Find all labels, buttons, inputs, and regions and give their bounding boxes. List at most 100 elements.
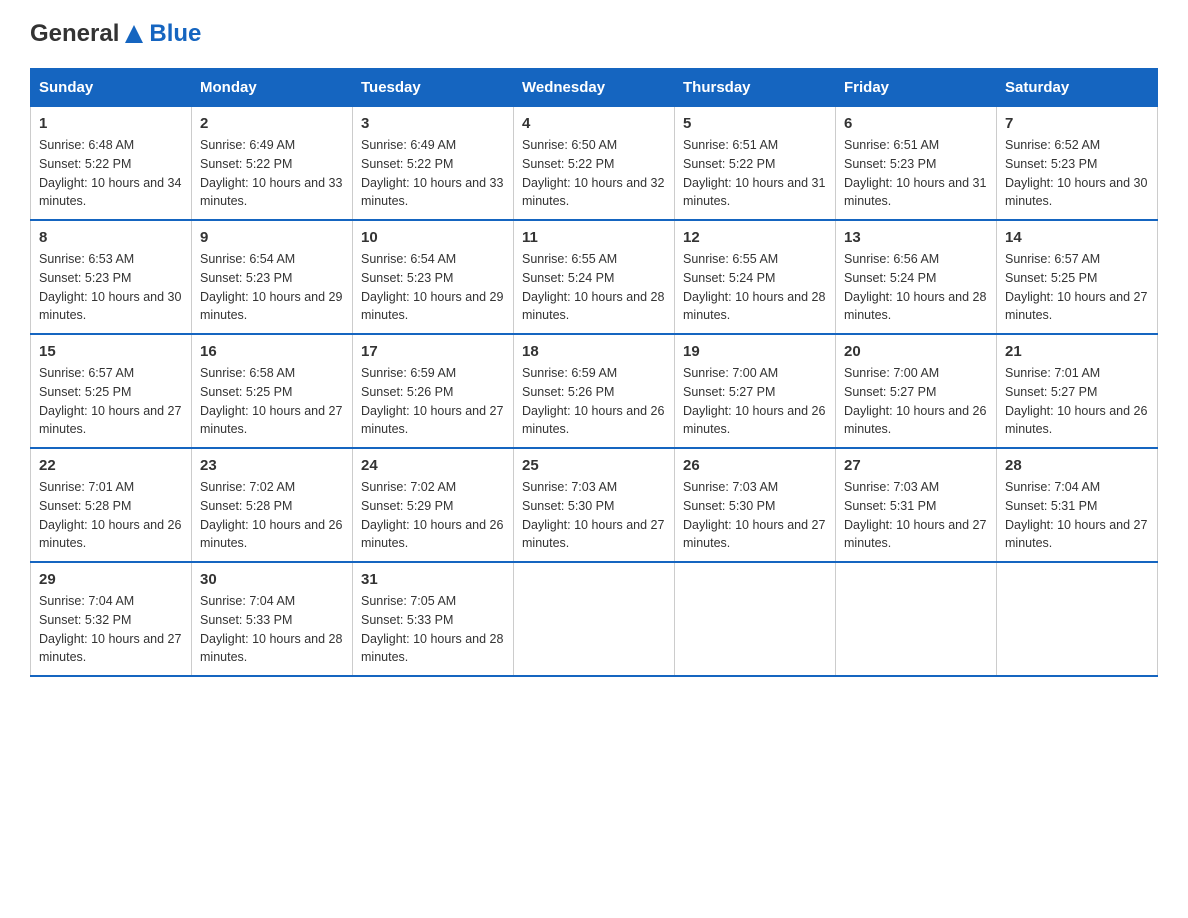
day-cell [675, 562, 836, 676]
day-info: Sunrise: 7:01 AMSunset: 5:28 PMDaylight:… [39, 478, 183, 553]
day-info: Sunrise: 6:49 AMSunset: 5:22 PMDaylight:… [200, 136, 344, 211]
day-cell: 15 Sunrise: 6:57 AMSunset: 5:25 PMDayligh… [31, 334, 192, 448]
calendar-body: 1 Sunrise: 6:48 AMSunset: 5:22 PMDaylight… [31, 107, 1158, 677]
day-number: 9 [200, 229, 344, 246]
header-tuesday: Tuesday [353, 69, 514, 107]
day-info: Sunrise: 6:55 AMSunset: 5:24 PMDaylight:… [522, 250, 666, 325]
day-number: 28 [1005, 457, 1149, 474]
day-info: Sunrise: 6:51 AMSunset: 5:23 PMDaylight:… [844, 136, 988, 211]
day-number: 24 [361, 457, 505, 474]
day-info: Sunrise: 6:53 AMSunset: 5:23 PMDaylight:… [39, 250, 183, 325]
day-number: 16 [200, 343, 344, 360]
day-number: 10 [361, 229, 505, 246]
day-number: 20 [844, 343, 988, 360]
day-info: Sunrise: 6:54 AMSunset: 5:23 PMDaylight:… [361, 250, 505, 325]
day-info: Sunrise: 7:00 AMSunset: 5:27 PMDaylight:… [844, 364, 988, 439]
day-number: 1 [39, 115, 183, 132]
day-number: 17 [361, 343, 505, 360]
day-cell [836, 562, 997, 676]
day-cell: 8 Sunrise: 6:53 AMSunset: 5:23 PMDaylight… [31, 220, 192, 334]
day-info: Sunrise: 7:04 AMSunset: 5:32 PMDaylight:… [39, 592, 183, 667]
day-number: 8 [39, 229, 183, 246]
day-cell: 2 Sunrise: 6:49 AMSunset: 5:22 PMDaylight… [192, 107, 353, 221]
day-info: Sunrise: 7:03 AMSunset: 5:30 PMDaylight:… [683, 478, 827, 553]
day-info: Sunrise: 6:57 AMSunset: 5:25 PMDaylight:… [39, 364, 183, 439]
header-saturday: Saturday [997, 69, 1158, 107]
day-cell: 3 Sunrise: 6:49 AMSunset: 5:22 PMDaylight… [353, 107, 514, 221]
day-info: Sunrise: 6:49 AMSunset: 5:22 PMDaylight:… [361, 136, 505, 211]
day-info: Sunrise: 7:02 AMSunset: 5:29 PMDaylight:… [361, 478, 505, 553]
logo-general-text: General [30, 20, 119, 48]
day-info: Sunrise: 7:04 AMSunset: 5:33 PMDaylight:… [200, 592, 344, 667]
week-row-3: 15 Sunrise: 6:57 AMSunset: 5:25 PMDayligh… [31, 334, 1158, 448]
day-number: 3 [361, 115, 505, 132]
day-cell: 5 Sunrise: 6:51 AMSunset: 5:22 PMDaylight… [675, 107, 836, 221]
day-info: Sunrise: 6:51 AMSunset: 5:22 PMDaylight:… [683, 136, 827, 211]
day-cell: 30 Sunrise: 7:04 AMSunset: 5:33 PMDayligh… [192, 562, 353, 676]
day-number: 29 [39, 571, 183, 588]
day-cell: 16 Sunrise: 6:58 AMSunset: 5:25 PMDayligh… [192, 334, 353, 448]
day-cell: 17 Sunrise: 6:59 AMSunset: 5:26 PMDayligh… [353, 334, 514, 448]
day-cell: 13 Sunrise: 6:56 AMSunset: 5:24 PMDayligh… [836, 220, 997, 334]
day-number: 11 [522, 229, 666, 246]
header-wednesday: Wednesday [514, 69, 675, 107]
day-cell: 24 Sunrise: 7:02 AMSunset: 5:29 PMDayligh… [353, 448, 514, 562]
page-header: General Blue [30, 20, 1158, 48]
day-number: 14 [1005, 229, 1149, 246]
day-cell: 20 Sunrise: 7:00 AMSunset: 5:27 PMDayligh… [836, 334, 997, 448]
day-cell: 7Sunrise: 6:52 AMSunset: 5:23 PMDaylight… [997, 107, 1158, 221]
day-number: 25 [522, 457, 666, 474]
day-cell: 22Sunrise: 7:01 AMSunset: 5:28 PMDayligh… [31, 448, 192, 562]
day-number: 30 [200, 571, 344, 588]
week-row-5: 29 Sunrise: 7:04 AMSunset: 5:32 PMDayligh… [31, 562, 1158, 676]
week-row-2: 8 Sunrise: 6:53 AMSunset: 5:23 PMDaylight… [31, 220, 1158, 334]
day-number: 5 [683, 115, 827, 132]
day-number: 13 [844, 229, 988, 246]
day-cell: 10 Sunrise: 6:54 AMSunset: 5:23 PMDayligh… [353, 220, 514, 334]
day-number: 2 [200, 115, 344, 132]
day-info: Sunrise: 7:00 AMSunset: 5:27 PMDaylight:… [683, 364, 827, 439]
day-info: Sunrise: 6:59 AMSunset: 5:26 PMDaylight:… [361, 364, 505, 439]
day-cell: 4Sunrise: 6:50 AMSunset: 5:22 PMDaylight… [514, 107, 675, 221]
day-cell: 18Sunrise: 6:59 AMSunset: 5:26 PMDayligh… [514, 334, 675, 448]
week-row-4: 22Sunrise: 7:01 AMSunset: 5:28 PMDayligh… [31, 448, 1158, 562]
logo-triangle-icon [123, 23, 145, 45]
day-cell: 23Sunrise: 7:02 AMSunset: 5:28 PMDayligh… [192, 448, 353, 562]
day-cell: 14Sunrise: 6:57 AMSunset: 5:25 PMDayligh… [997, 220, 1158, 334]
day-cell: 9Sunrise: 6:54 AMSunset: 5:23 PMDaylight… [192, 220, 353, 334]
header-sunday: Sunday [31, 69, 192, 107]
day-cell: 26 Sunrise: 7:03 AMSunset: 5:30 PMDayligh… [675, 448, 836, 562]
day-cell: 31 Sunrise: 7:05 AMSunset: 5:33 PMDayligh… [353, 562, 514, 676]
day-info: Sunrise: 6:52 AMSunset: 5:23 PMDaylight:… [1005, 136, 1149, 211]
day-cell [997, 562, 1158, 676]
day-number: 27 [844, 457, 988, 474]
day-cell: 11 Sunrise: 6:55 AMSunset: 5:24 PMDayligh… [514, 220, 675, 334]
day-number: 21 [1005, 343, 1149, 360]
day-info: Sunrise: 7:01 AMSunset: 5:27 PMDaylight:… [1005, 364, 1149, 439]
day-cell: 12Sunrise: 6:55 AMSunset: 5:24 PMDayligh… [675, 220, 836, 334]
calendar-header: SundayMondayTuesdayWednesdayThursdayFrid… [31, 69, 1158, 107]
day-info: Sunrise: 6:58 AMSunset: 5:25 PMDaylight:… [200, 364, 344, 439]
header-monday: Monday [192, 69, 353, 107]
day-number: 26 [683, 457, 827, 474]
day-cell: 29 Sunrise: 7:04 AMSunset: 5:32 PMDayligh… [31, 562, 192, 676]
day-cell: 21 Sunrise: 7:01 AMSunset: 5:27 PMDayligh… [997, 334, 1158, 448]
logo-blue-text: Blue [149, 20, 201, 48]
day-info: Sunrise: 6:50 AMSunset: 5:22 PMDaylight:… [522, 136, 666, 211]
week-row-1: 1 Sunrise: 6:48 AMSunset: 5:22 PMDaylight… [31, 107, 1158, 221]
day-cell: 25 Sunrise: 7:03 AMSunset: 5:30 PMDayligh… [514, 448, 675, 562]
day-number: 19 [683, 343, 827, 360]
day-info: Sunrise: 7:03 AMSunset: 5:30 PMDaylight:… [522, 478, 666, 553]
day-info: Sunrise: 7:04 AMSunset: 5:31 PMDaylight:… [1005, 478, 1149, 553]
day-cell: 1 Sunrise: 6:48 AMSunset: 5:22 PMDaylight… [31, 107, 192, 221]
day-info: Sunrise: 6:55 AMSunset: 5:24 PMDaylight:… [683, 250, 827, 325]
day-cell [514, 562, 675, 676]
day-info: Sunrise: 7:05 AMSunset: 5:33 PMDaylight:… [361, 592, 505, 667]
day-info: Sunrise: 6:48 AMSunset: 5:22 PMDaylight:… [39, 136, 183, 211]
day-cell: 19 Sunrise: 7:00 AMSunset: 5:27 PMDayligh… [675, 334, 836, 448]
day-cell: 6Sunrise: 6:51 AMSunset: 5:23 PMDaylight… [836, 107, 997, 221]
day-number: 31 [361, 571, 505, 588]
day-info: Sunrise: 6:56 AMSunset: 5:24 PMDaylight:… [844, 250, 988, 325]
day-number: 18 [522, 343, 666, 360]
day-number: 15 [39, 343, 183, 360]
